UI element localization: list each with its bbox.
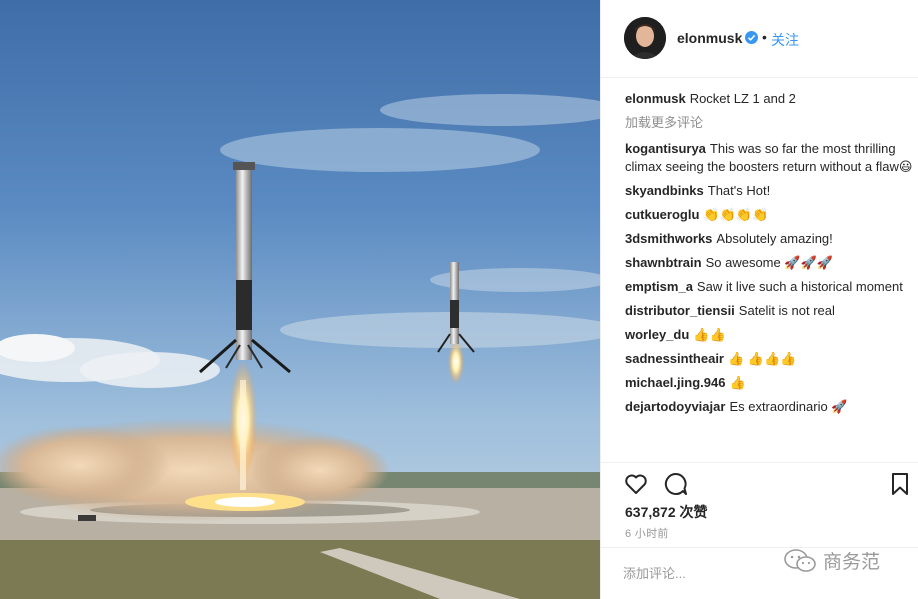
verified-badge-icon bbox=[745, 31, 758, 44]
comment-text: 👍👍 bbox=[693, 327, 726, 342]
comment-item: emptism_a Saw it live such a historical m… bbox=[625, 278, 913, 296]
bookmark-icon[interactable] bbox=[887, 471, 913, 497]
comment-username[interactable]: shawnbtrain bbox=[625, 255, 702, 270]
comment-username[interactable]: kogantisurya bbox=[625, 141, 706, 156]
rocket-landing-image bbox=[0, 0, 600, 599]
comment-icon[interactable] bbox=[663, 471, 689, 497]
comment-username[interactable]: dejartodoyviajar bbox=[625, 399, 725, 414]
like-count[interactable]: 637,872 次赞 bbox=[625, 502, 708, 522]
comment-text: Absolutely amazing! bbox=[716, 231, 833, 246]
comment-username[interactable]: worley_du bbox=[625, 327, 689, 342]
comment-text: Es extraordinario 🚀 bbox=[729, 399, 848, 414]
comment-text: That's Hot! bbox=[707, 183, 771, 198]
comment-text: Saw it live such a historical moment bbox=[696, 279, 903, 294]
caption: elonmusk Rocket LZ 1 and 2 bbox=[625, 90, 913, 108]
separator-dot: • bbox=[762, 29, 767, 45]
add-comment-input[interactable] bbox=[623, 562, 783, 584]
avatar[interactable] bbox=[624, 17, 666, 59]
comment-item: dejartodoyviajar Es extraordinario 🚀 bbox=[625, 398, 913, 416]
comment-item: cutkueroglu 👏👏👏👏 bbox=[625, 206, 913, 224]
comment-item: distributor_tiensii Satelit is not real bbox=[625, 302, 913, 320]
caption-text: Rocket LZ 1 and 2 bbox=[689, 91, 796, 106]
action-bar bbox=[601, 462, 918, 500]
load-more-comments-link[interactable]: 加载更多评论 bbox=[625, 114, 913, 132]
comment-item: michael.jing.946 👍 bbox=[625, 374, 913, 392]
comment-text: 👍 👍👍👍 bbox=[728, 351, 797, 366]
post-photo[interactable] bbox=[0, 0, 600, 599]
comment-item: 3dsmithworks Absolutely amazing! bbox=[625, 230, 913, 248]
profile-picture bbox=[624, 17, 666, 59]
comment-text: So awesome 🚀🚀🚀 bbox=[705, 255, 833, 270]
comment-username[interactable]: cutkueroglu bbox=[625, 207, 699, 222]
comment-username[interactable]: distributor_tiensii bbox=[625, 303, 735, 318]
post-author-username[interactable]: elonmusk bbox=[677, 30, 742, 46]
post-header: elonmusk • 关注 bbox=[601, 0, 918, 78]
comment-username[interactable]: sadnessintheair bbox=[625, 351, 724, 366]
post-timestamp: 6 小时前 bbox=[625, 528, 669, 540]
comment-text: 👏👏👏👏 bbox=[703, 207, 769, 222]
comment-text: Satelit is not real bbox=[738, 303, 835, 318]
comment-username[interactable]: michael.jing.946 bbox=[625, 375, 725, 390]
post-sidebar: elonmusk • 关注 elonmusk Rocket LZ 1 and 2 … bbox=[600, 0, 918, 599]
heart-icon[interactable] bbox=[623, 471, 649, 497]
wechat-logo-icon bbox=[784, 549, 816, 572]
comment-item: worley_du 👍👍 bbox=[625, 326, 913, 344]
caption-username[interactable]: elonmusk bbox=[625, 91, 686, 106]
comment-username[interactable]: emptism_a bbox=[625, 279, 693, 294]
comment-item: kogantisurya This was so far the most thr… bbox=[625, 140, 913, 176]
follow-button[interactable]: 关注 bbox=[771, 30, 799, 50]
comment-text: 👍 bbox=[729, 375, 746, 390]
comment-item: shawnbtrain So awesome 🚀🚀🚀 bbox=[625, 254, 913, 272]
comment-username[interactable]: skyandbinks bbox=[625, 183, 704, 198]
comments-list[interactable]: elonmusk Rocket LZ 1 and 2 加载更多评论 koganti… bbox=[625, 90, 913, 462]
comment-item: skyandbinks That's Hot! bbox=[625, 182, 913, 200]
watermark-text: 商务范 bbox=[823, 551, 881, 573]
comment-username[interactable]: 3dsmithworks bbox=[625, 231, 712, 246]
comment-item: sadnessintheair 👍 👍👍👍 bbox=[625, 350, 913, 368]
